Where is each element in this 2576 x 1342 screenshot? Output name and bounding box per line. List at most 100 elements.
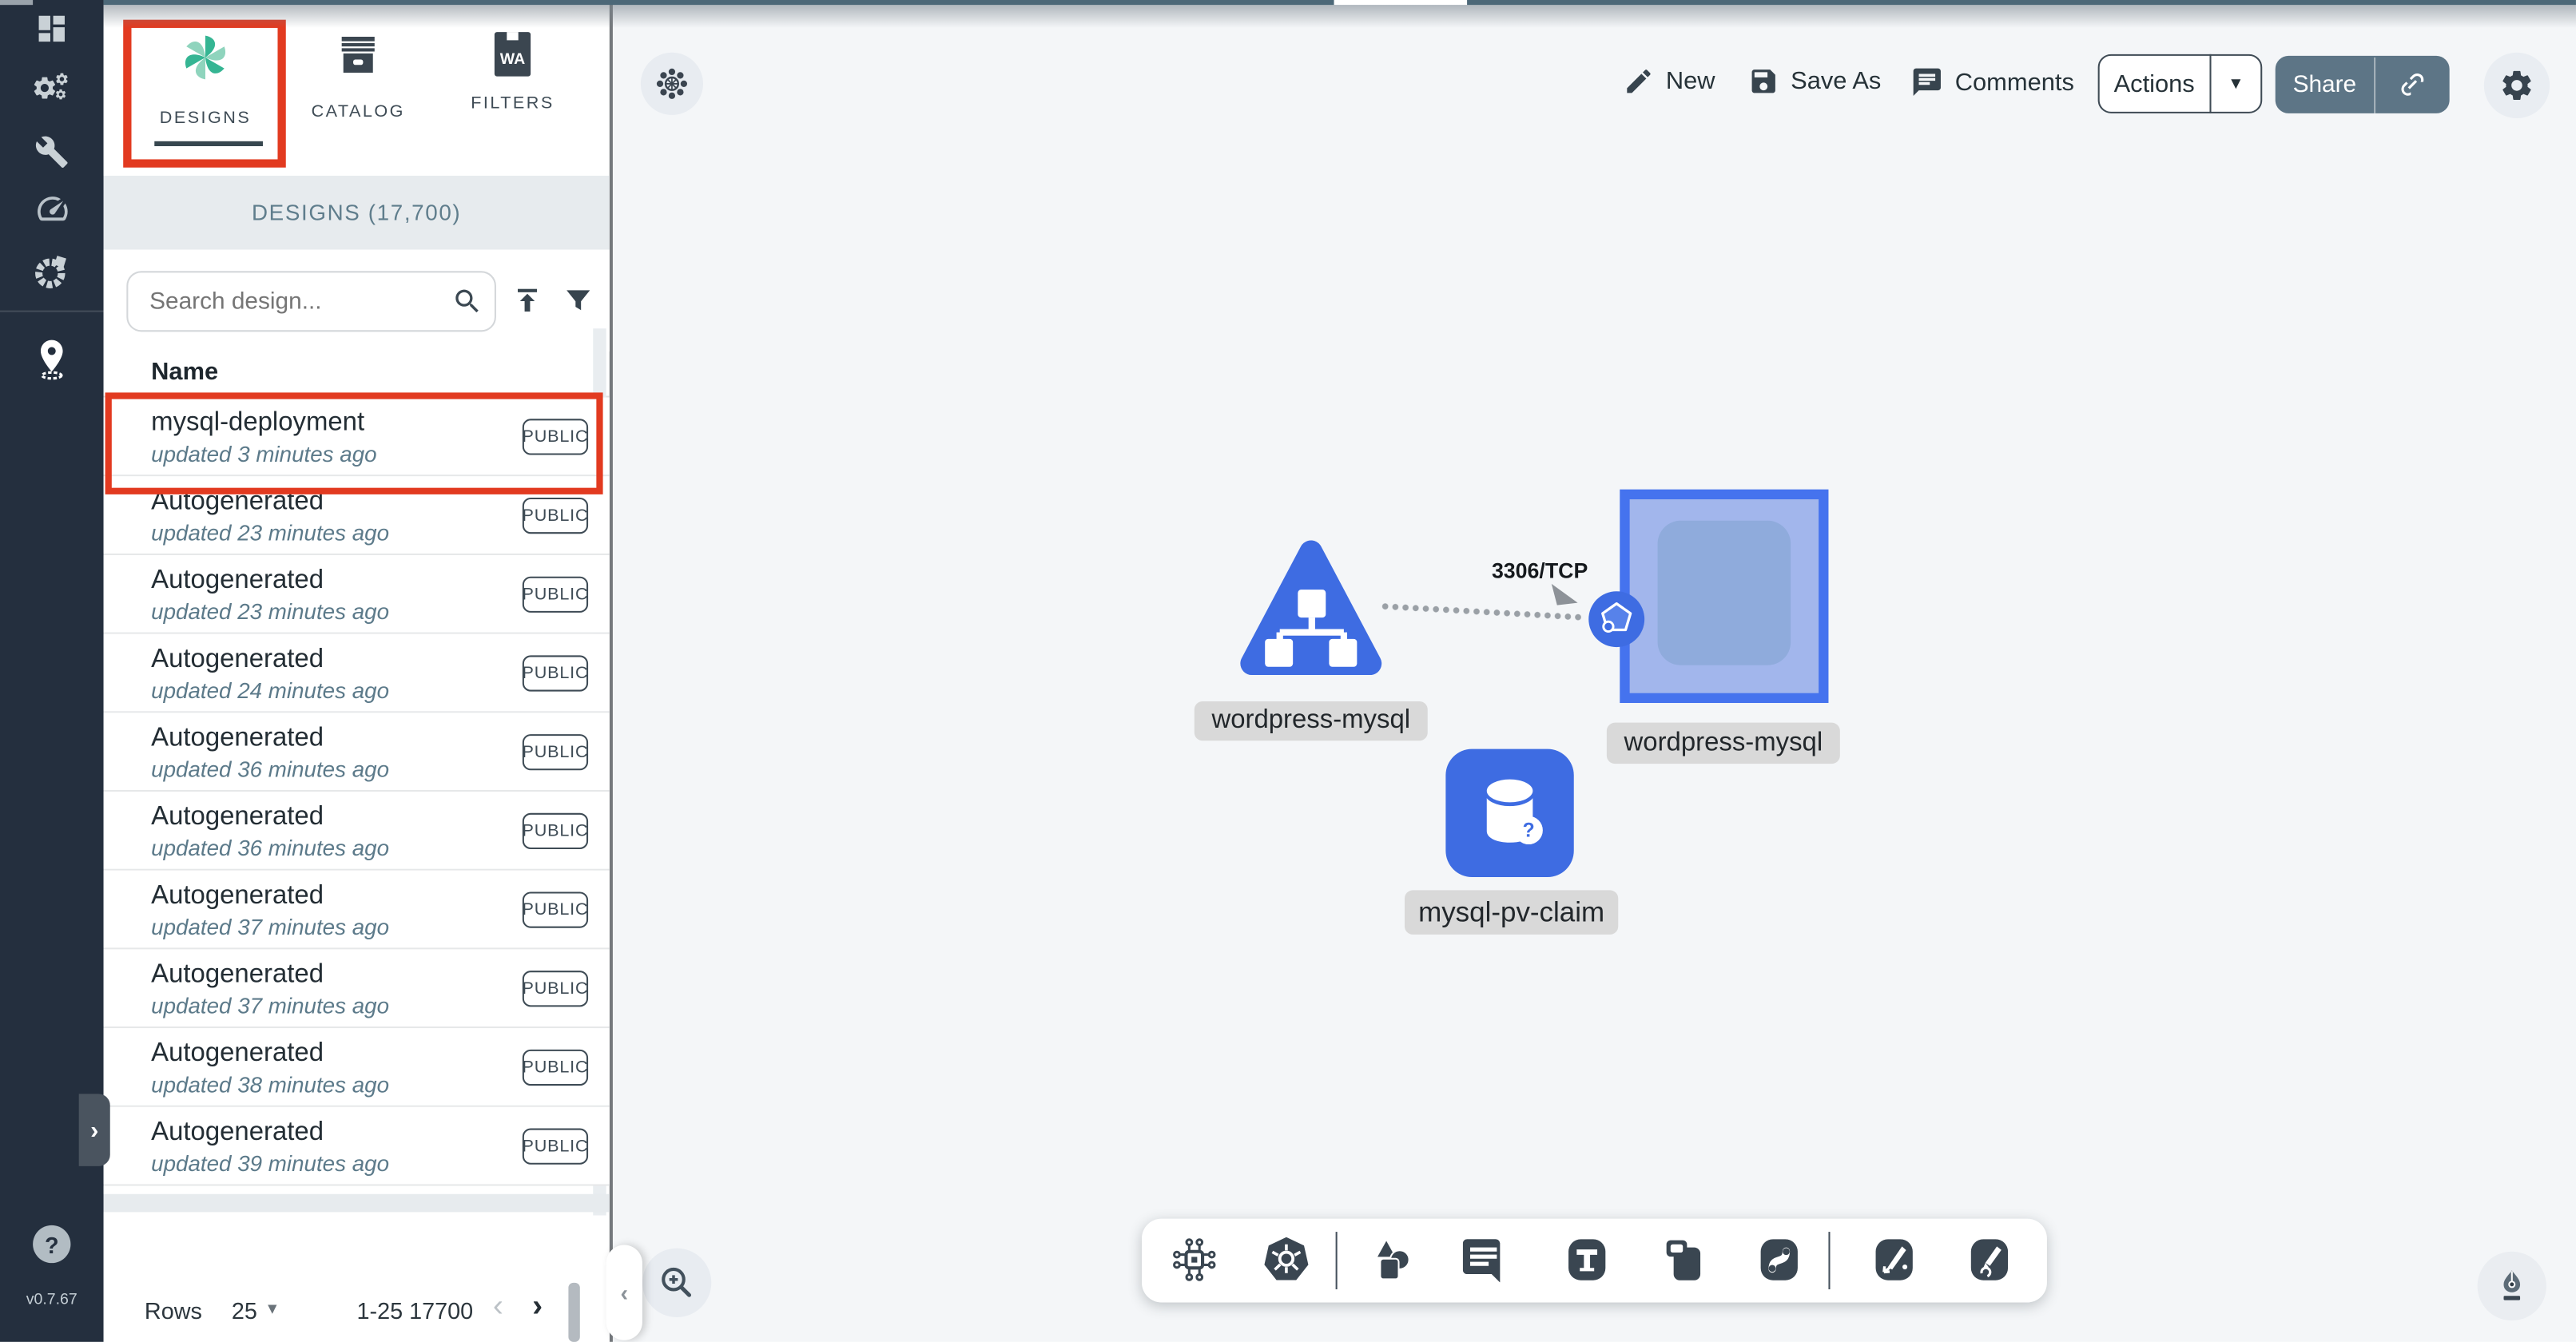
designs-count-header: DESIGNS (17,700) [104,176,610,250]
rows-per-page-select[interactable]: 25 [232,1297,257,1324]
edge-arrowhead-icon [1546,583,1582,613]
design-list-item[interactable]: mysql-deployment updated 3 minutes ago P… [104,398,610,477]
dock-flower-icon [655,67,688,100]
design-list-item[interactable]: Autogenerated updated 37 minutes ago PUB… [104,871,610,950]
draw-arrow-tool[interactable] [1868,1233,1921,1286]
toolbar-divider [1336,1232,1338,1289]
design-name: Autogenerated [151,566,324,596]
node-service-wordpress-mysql[interactable] [1235,535,1386,686]
previous-page-button[interactable]: ‹ [493,1289,503,1325]
sidebar-expand-tab[interactable]: › [79,1094,110,1165]
help-button[interactable]: ? [33,1225,70,1263]
design-list-item[interactable]: Autogenerated updated 23 minutes ago PUB… [104,476,610,555]
kubernetes-tool[interactable] [1260,1233,1313,1286]
comments-button[interactable]: Comments [1910,66,2074,98]
node-label-service: wordpress-mysql [1195,701,1428,740]
app-version: v0.7.67 [0,1291,104,1309]
text-tool[interactable] [1560,1233,1613,1286]
sidebar-divider [0,311,104,312]
pen-nib-icon [2492,1266,2531,1305]
actions-split-button[interactable]: Actions ▼ [2098,54,2263,113]
design-updated: updated 36 minutes ago [151,836,389,861]
design-list-item[interactable]: Autogenerated updated 36 minutes ago PUB… [104,713,610,792]
design-updated: updated 36 minutes ago [151,757,389,782]
performance-speedometer-icon[interactable] [31,187,72,228]
configuration-tools-icon[interactable] [31,131,72,172]
design-list-item[interactable]: Autogenerated updated 24 minutes ago PUB… [104,634,610,713]
design-list-item[interactable]: Autogenerated updated 36 minutes ago PUB… [104,792,610,871]
freehand-draw-tool[interactable] [1963,1233,2016,1286]
pencil-icon [1623,66,1654,97]
tab-filters[interactable]: WA FILTERS [442,30,583,113]
meshery-logo-icon [177,30,233,93]
canvas-bottom-toolbar [1142,1219,2047,1303]
design-updated: updated 37 minutes ago [151,915,389,939]
design-updated: updated 37 minutes ago [151,994,389,1018]
components-dock-toggle-button[interactable] [641,53,703,115]
caret-down-icon[interactable]: ▾ [268,1297,276,1319]
zoom-in-button[interactable] [642,1249,711,1317]
save-icon [1748,66,1779,97]
comment-tool[interactable] [1457,1233,1510,1286]
design-updated: updated 39 minutes ago [151,1151,389,1176]
design-name: Autogenerated [151,961,324,991]
zoom-in-icon [657,1263,696,1302]
tab-catalog[interactable]: CATALOG [288,30,429,121]
top-scrollbar-thumb[interactable] [1334,0,1468,5]
design-name: Autogenerated [151,803,324,832]
toolbar-divider [1828,1232,1831,1289]
design-list-item[interactable]: Autogenerated updated 23 minutes ago PUB… [104,555,610,634]
active-tab-underline [154,141,263,146]
design-name: Autogenerated [151,1040,324,1070]
database-icon: ? [1465,768,1554,857]
settings-button[interactable] [2484,53,2550,118]
tab-designs[interactable]: DESIGNS [135,30,276,128]
meshery-kanvas-app: ? v0.7.67 › DESIGN [0,0,2576,1342]
design-updated: updated 38 minutes ago [151,1073,389,1098]
panel-collapse-tab[interactable]: ‹ [606,1245,642,1340]
panel-scrollbar-thumb[interactable] [568,1283,579,1342]
rows-per-page-label: Rows [145,1297,202,1324]
extensions-icon[interactable] [31,252,72,292]
new-button[interactable]: New [1623,66,1715,97]
node-deployment-wordpress-mysql[interactable] [1620,490,1828,703]
import-design-icon[interactable] [511,284,543,325]
deployment-inner-shape [1658,521,1791,665]
comments-label: Comments [1955,68,2074,96]
design-name: mysql-deployment [151,409,364,439]
actions-label: Actions [2100,69,2209,97]
visibility-badge: PUBLIC [523,577,588,613]
lifecycle-gears-icon[interactable] [31,69,72,109]
designs-list: mysql-deployment updated 3 minutes ago P… [104,398,610,1186]
share-split-button[interactable]: Share [2276,56,2450,113]
search-design-input[interactable] [126,271,496,332]
design-list-item[interactable]: Autogenerated updated 37 minutes ago PUB… [104,949,610,1028]
annotation-pen-button[interactable] [2478,1252,2546,1320]
component-shapes-tool[interactable] [1168,1233,1221,1286]
visibility-badge: PUBLIC [523,498,588,534]
design-name: Autogenerated [151,1118,324,1148]
relationship-tool[interactable] [1753,1233,1806,1286]
new-label: New [1666,67,1715,95]
visibility-badge: PUBLIC [523,1129,588,1165]
design-list-item[interactable]: Autogenerated updated 39 minutes ago PUB… [104,1107,610,1186]
node-pvc-mysql-pv-claim[interactable]: ? [1445,749,1573,877]
svg-text:WA: WA [500,50,525,68]
dashboard-icon[interactable] [31,8,72,49]
visibility-badge: PUBLIC [523,1050,588,1086]
save-as-button[interactable]: Save As [1748,66,1882,97]
notes-tool[interactable] [1658,1233,1711,1286]
design-updated: updated 24 minutes ago [151,678,389,703]
kanvas-pin-icon[interactable] [31,339,72,379]
next-page-button[interactable]: › [532,1289,543,1325]
shapes-tool[interactable] [1366,1233,1418,1286]
wasm-filter-icon: WA [491,30,534,79]
chevron-right-icon: › [90,1116,98,1144]
actions-caret-icon[interactable]: ▼ [2212,75,2261,93]
tab-catalog-label: CATALOG [312,101,405,121]
deployment-port-icon[interactable] [1588,591,1644,647]
design-canvas[interactable] [613,0,2576,1342]
design-list-item[interactable]: Autogenerated updated 38 minutes ago PUB… [104,1028,610,1107]
filter-funnel-icon[interactable] [562,284,594,325]
copy-link-icon[interactable] [2375,69,2450,100]
